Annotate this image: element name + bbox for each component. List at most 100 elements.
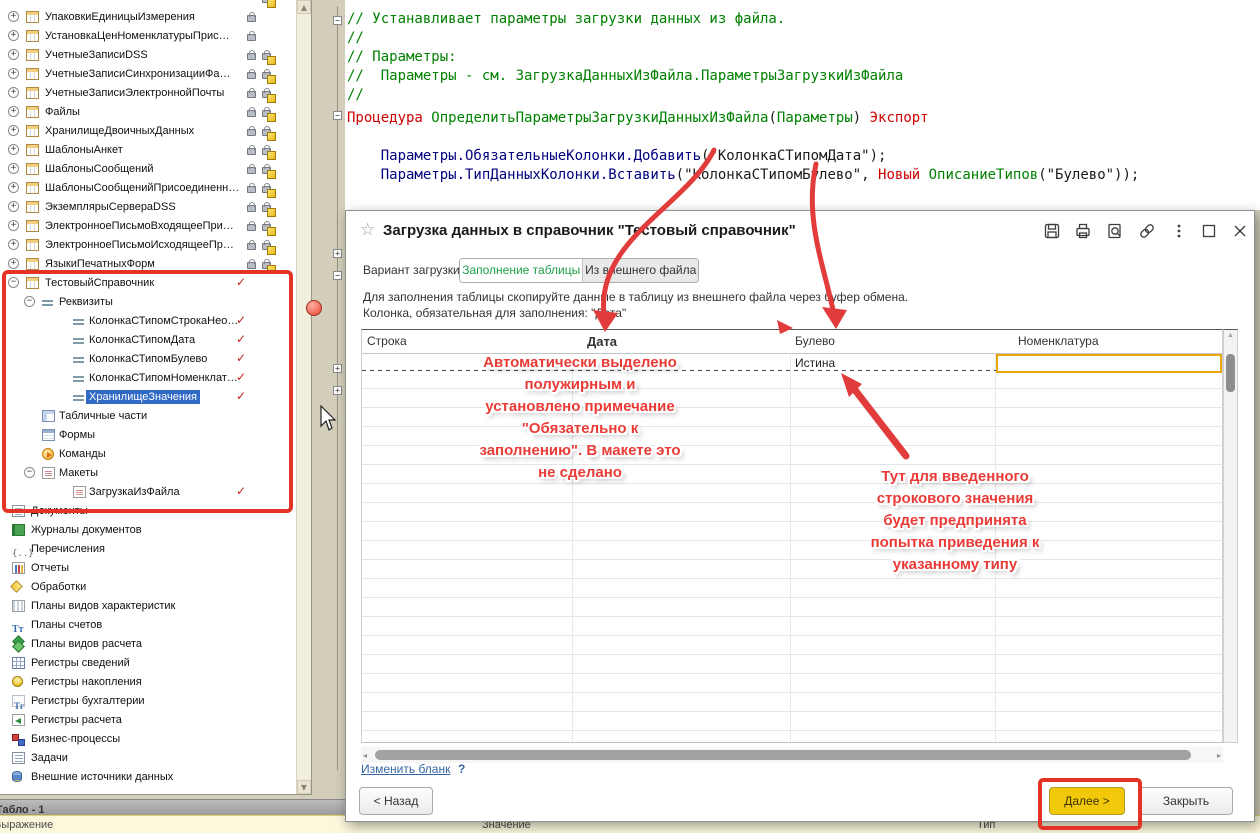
tree-item-Реквизиты[interactable]: −Реквизиты [0,293,296,312]
tree-item-label: ХранилищеЗначения [86,390,200,404]
lock-icon [247,53,256,60]
tree-item-Табличные части[interactable]: Табличные части [0,407,296,426]
expand-icon[interactable]: + [8,30,19,41]
tab-from-external-file[interactable]: Из внешнего файла [582,259,698,282]
tree-item-Формы[interactable]: Формы [0,426,296,445]
expand-icon[interactable]: + [8,49,19,60]
expand-icon[interactable]: + [8,201,19,212]
code-editor[interactable]: // Устанавливает параметры загрузки данн… [345,0,1260,210]
fold-expand-icon[interactable]: + [333,364,342,373]
expand-icon[interactable]: + [8,239,19,250]
tree-item-Планы счетов[interactable]: Планы счетов [0,616,296,635]
tree-item[interactable] [0,0,296,8]
next-button[interactable]: Далее > [1049,787,1125,815]
table-horizontal-scrollbar[interactable]: ◂ ▸ [361,747,1223,763]
expand-icon[interactable]: + [8,106,19,117]
link-icon[interactable] [1138,222,1156,240]
tree-item-УчетныеЗаписиСинхронизацииФа…[interactable]: +УчетныеЗаписиСинхронизацииФа… [0,65,296,84]
expand-icon[interactable]: + [8,125,19,136]
data-table[interactable]: Строка Дата Булево Номенклатура Истина [361,329,1223,743]
tree-item-Планы видов расчета[interactable]: Планы видов расчета [0,635,296,654]
tree-item-УчетныеЗаписиЭлектроннойПочты[interactable]: +УчетныеЗаписиЭлектроннойПочты [0,84,296,103]
expand-icon[interactable]: + [8,182,19,193]
tree-item-Файлы[interactable]: +Файлы [0,103,296,122]
scroll-up-icon[interactable]: ▲ [1224,332,1237,339]
tree-item-Обработки[interactable]: Обработки [0,578,296,597]
tree-item-ШаблоныАнкет[interactable]: +ШаблоныАнкет [0,141,296,160]
tree-item-ЭлектронноеПисьмоИсходящееПр…[interactable]: +ЭлектронноеПисьмоИсходящееПр… [0,236,296,255]
vscroll-thumb[interactable] [1226,354,1235,392]
collapse-icon[interactable]: − [24,467,35,478]
tree-item-Регистры расчета[interactable]: Регистры расчета [0,711,296,730]
breakpoint-marker-icon[interactable] [306,300,322,316]
expand-icon[interactable]: + [8,258,19,269]
tree-item-Регистры накопления[interactable]: Регистры накопления [0,673,296,692]
tree-item-КолонкаСТипомСтрокаНео…[interactable]: КолонкаСТипомСтрокаНео…✓ [0,312,296,331]
scroll-left-icon[interactable]: ◂ [363,751,367,760]
collapse-icon[interactable]: − [24,296,35,307]
tree-item-Журналы документов[interactable]: Журналы документов [0,521,296,540]
tree-item-Отчеты[interactable]: Отчеты [0,559,296,578]
preview-icon[interactable] [1106,222,1124,240]
tree-item-ЭлектронноеПисьмоВходящееПри…[interactable]: +ЭлектронноеПисьмоВходящееПри… [0,217,296,236]
expand-icon[interactable]: + [8,163,19,174]
help-link[interactable]: ? [458,762,465,776]
config-tree[interactable]: +УпаковкиЕдиницыИзмерения+УстановкаЦенНо… [0,0,296,794]
expand-icon[interactable]: + [8,11,19,22]
tree-item-ЗагрузкаИзФайла[interactable]: ЗагрузкаИзФайла✓ [0,483,296,502]
expand-icon[interactable]: + [8,220,19,231]
tree-item-Перечисления[interactable]: Перечисления [0,540,296,559]
tree-item-ТестовыйСправочник[interactable]: −ТестовыйСправочник✓ [0,274,296,293]
fold-collapse-icon[interactable]: − [333,271,342,280]
close-button[interactable]: Закрыть [1139,787,1233,815]
tablo-titlebar[interactable]: Табло - 1 [0,799,345,815]
tree-item-ХранилищеДвоичныхДанных[interactable]: +ХранилищеДвоичныхДанных [0,122,296,141]
tree-item-ШаблоныСообщений[interactable]: +ШаблоныСообщений [0,160,296,179]
tree-item-ШаблоныСообщенийПрисоединенн…[interactable]: +ШаблоныСообщенийПрисоединенн… [0,179,296,198]
tree-item-Макеты[interactable]: −Макеты [0,464,296,483]
active-cell-nomenklatura[interactable] [996,354,1222,373]
tab-fill-table[interactable]: Заполнение таблицы [460,259,582,282]
print-icon[interactable] [1074,222,1092,240]
expand-icon[interactable]: + [8,144,19,155]
more-icon[interactable] [1170,222,1188,240]
table-vertical-scrollbar[interactable]: ▲ [1223,329,1238,743]
tree-item-Внешние источники данных[interactable]: Внешние источники данных [0,768,296,787]
back-button[interactable]: < Назад [359,787,433,815]
scroll-up-icon[interactable]: ▲ [297,0,311,14]
fold-collapse-icon[interactable]: − [333,111,342,120]
tree-item-Команды[interactable]: Команды [0,445,296,464]
tree-scrollbar[interactable]: ▲ ▼ [296,0,311,794]
collapse-icon[interactable]: − [8,277,19,288]
save-icon[interactable] [1043,222,1061,240]
tree-item-КолонкаСТипомДата[interactable]: КолонкаСТипомДата✓ [0,331,296,350]
tree-item-КолонкаСТипомНоменклат…[interactable]: КолонкаСТипомНоменклат…✓ [0,369,296,388]
tree-item-ЭкземплярыСервераDSS[interactable]: +ЭкземплярыСервераDSS [0,198,296,217]
tree-item-ЯзыкиПечатныхФорм[interactable]: +ЯзыкиПечатныхФорм [0,255,296,274]
tree-item-Задачи[interactable]: Задачи [0,749,296,768]
fold-expand-icon[interactable]: + [333,386,342,395]
tree-item-Бизнес-процессы[interactable]: Бизнес-процессы [0,730,296,749]
tree-item-УстановкаЦенНоменклатурыПрис…[interactable]: +УстановкаЦенНоменклатурыПрис… [0,27,296,46]
tree-item-ХранилищеЗначения[interactable]: ХранилищеЗначения✓ [0,388,296,407]
tree-item-УпаковкиЕдиницыИзмерения[interactable]: +УпаковкиЕдиницыИзмерения [0,8,296,27]
tree-item-Документы[interactable]: Документы [0,502,296,521]
code-line: // Параметры: [347,48,457,67]
fold-collapse-icon[interactable]: − [333,16,342,25]
lock-icon [247,167,256,174]
tree-item-УчетныеЗаписиDSS[interactable]: +УчетныеЗаписиDSS [0,46,296,65]
expand-icon[interactable]: + [8,68,19,79]
scroll-down-icon[interactable]: ▼ [297,780,311,794]
tree-item-Планы видов характеристик[interactable]: Планы видов характеристик [0,597,296,616]
maximize-icon[interactable] [1200,222,1218,240]
scroll-right-icon[interactable]: ▸ [1217,751,1221,760]
close-icon[interactable] [1231,222,1249,240]
tree-item-Регистры сведений[interactable]: Регистры сведений [0,654,296,673]
tree-item-Регистры бухгалтерии[interactable]: Регистры бухгалтерии [0,692,296,711]
favorite-star-icon[interactable]: ☆ [360,220,375,240]
fold-expand-icon[interactable]: + [333,249,342,258]
expand-icon[interactable]: + [8,87,19,98]
edit-form-link[interactable]: Изменить бланк [361,762,450,776]
hscroll-thumb[interactable] [375,750,1191,760]
tree-item-КолонкаСТипомБулево[interactable]: КолонкаСТипомБулево✓ [0,350,296,369]
